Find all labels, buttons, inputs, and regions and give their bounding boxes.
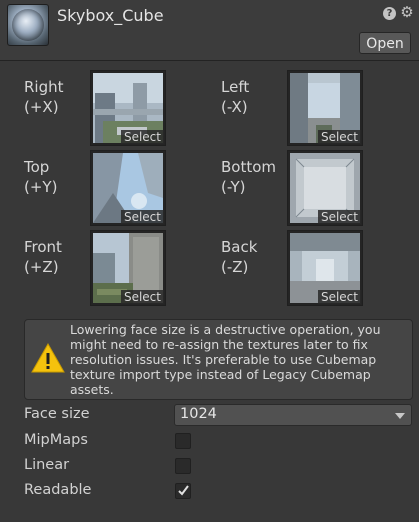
- help-icon[interactable]: ?: [383, 7, 396, 20]
- face-select-button[interactable]: Select: [120, 130, 164, 144]
- face-label-front: Front (+Z): [24, 237, 62, 277]
- face-name: Top: [24, 158, 50, 176]
- face-size-value: 1024: [180, 406, 217, 422]
- open-button[interactable]: Open: [359, 32, 411, 54]
- face-name: Left: [221, 78, 250, 96]
- face-axis: (-Y): [221, 178, 246, 196]
- chevron-down-icon: [395, 413, 405, 419]
- face-axis: (-Z): [221, 258, 249, 276]
- mipmaps-label: MipMaps: [24, 432, 88, 448]
- face-slot-top[interactable]: Select: [90, 150, 166, 226]
- face-name: Bottom: [221, 158, 277, 176]
- linear-checkbox[interactable]: [175, 458, 191, 474]
- face-select-button[interactable]: Select: [120, 290, 164, 304]
- face-name: Right: [24, 78, 64, 96]
- face-axis: (-X): [221, 98, 248, 116]
- warning-icon: [31, 342, 65, 373]
- face-axis: (+Y): [24, 178, 58, 196]
- mipmaps-checkbox[interactable]: [175, 433, 191, 449]
- face-label-right: Right (+X): [24, 77, 64, 117]
- face-axis: (+Z): [24, 258, 59, 276]
- face-label-bottom: Bottom (-Y): [221, 157, 276, 197]
- face-label-top: Top (+Y): [24, 157, 57, 197]
- face-select-button[interactable]: Select: [120, 210, 164, 224]
- warning-message: Lowering face size is a destructive oper…: [70, 322, 381, 397]
- warning-helpbox: Lowering face size is a destructive oper…: [24, 319, 413, 400]
- face-select-button[interactable]: Select: [317, 210, 361, 224]
- face-slot-bottom[interactable]: Select: [287, 150, 363, 226]
- face-axis: (+X): [24, 98, 59, 116]
- face-select-button[interactable]: Select: [317, 130, 361, 144]
- face-name: Back: [221, 238, 258, 256]
- cubemap-asset-icon: [7, 4, 49, 46]
- face-label-back: Back (-Z): [221, 237, 257, 277]
- face-select-button[interactable]: Select: [317, 290, 361, 304]
- face-slot-right[interactable]: Select: [90, 70, 166, 146]
- face-size-label: Face size: [24, 406, 90, 422]
- asset-title: Skybox_Cube: [57, 6, 164, 25]
- face-slot-back[interactable]: Select: [287, 230, 363, 306]
- readable-checkbox[interactable]: [175, 483, 191, 499]
- face-name: Front: [24, 238, 62, 256]
- face-label-left: Left (-X): [221, 77, 249, 117]
- face-slot-front[interactable]: Select: [90, 230, 166, 306]
- face-slot-left[interactable]: Select: [287, 70, 363, 146]
- checkmark-icon: [178, 485, 189, 496]
- inspector-header: Skybox_Cube ? ⚙ Open: [0, 0, 419, 61]
- linear-label: Linear: [24, 457, 70, 473]
- readable-label: Readable: [24, 482, 92, 498]
- face-size-dropdown[interactable]: 1024: [174, 404, 412, 426]
- gear-icon[interactable]: ⚙: [400, 4, 414, 20]
